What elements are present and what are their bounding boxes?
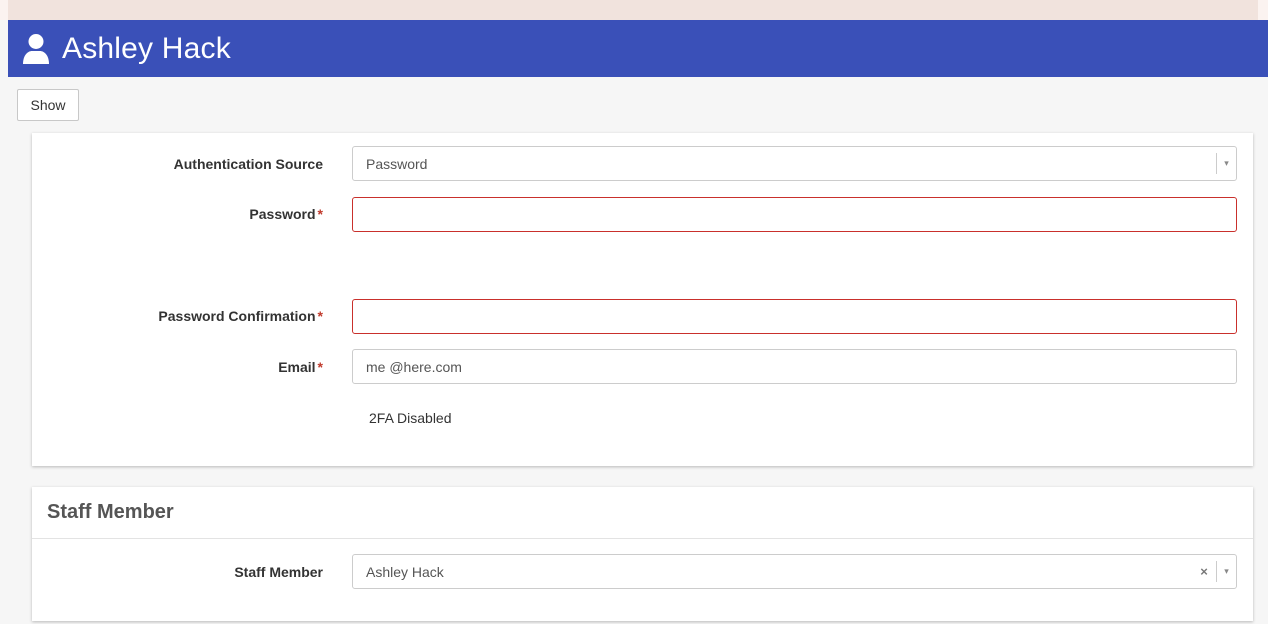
- page-header: Ashley Hack: [8, 20, 1268, 77]
- required-mark: *: [317, 206, 323, 222]
- top-strip-tint: [8, 0, 1258, 20]
- user-icon: [23, 33, 49, 64]
- page-title: Ashley Hack: [62, 31, 231, 65]
- required-mark: *: [317, 359, 323, 375]
- authentication-source-select[interactable]: Password ▾: [352, 146, 1237, 181]
- required-mark: *: [317, 308, 323, 324]
- email-value: me @here.com: [366, 358, 462, 375]
- twofa-status: 2FA Disabled: [369, 410, 452, 426]
- email-label: Email *: [278, 359, 323, 375]
- staff-member-heading: Staff Member: [32, 487, 1253, 539]
- authentication-source-value: Password: [366, 155, 428, 172]
- password-confirmation-field[interactable]: [352, 299, 1237, 334]
- email-field[interactable]: me @here.com: [352, 349, 1237, 384]
- clear-icon[interactable]: ×: [1198, 555, 1210, 588]
- password-confirmation-label: Password Confirmation *: [158, 308, 323, 324]
- toolbar: Show: [8, 77, 1268, 133]
- password-field[interactable]: [352, 197, 1237, 232]
- staff-member-value: Ashley Hack: [366, 563, 444, 580]
- chevron-down-icon[interactable]: ▾: [1216, 153, 1236, 174]
- authentication-card: Authentication Source Password ▾ Passwor…: [32, 133, 1253, 466]
- authentication-source-label: Authentication Source: [173, 156, 323, 172]
- staff-member-label: Staff Member: [234, 564, 323, 580]
- top-strip: [0, 0, 1268, 20]
- staff-member-card: Staff Member Staff Member Ashley Hack × …: [32, 487, 1253, 621]
- staff-member-select[interactable]: Ashley Hack × ▾: [352, 554, 1237, 589]
- show-button[interactable]: Show: [17, 89, 79, 121]
- chevron-down-icon[interactable]: ▾: [1216, 561, 1236, 582]
- password-label: Password *: [249, 206, 323, 222]
